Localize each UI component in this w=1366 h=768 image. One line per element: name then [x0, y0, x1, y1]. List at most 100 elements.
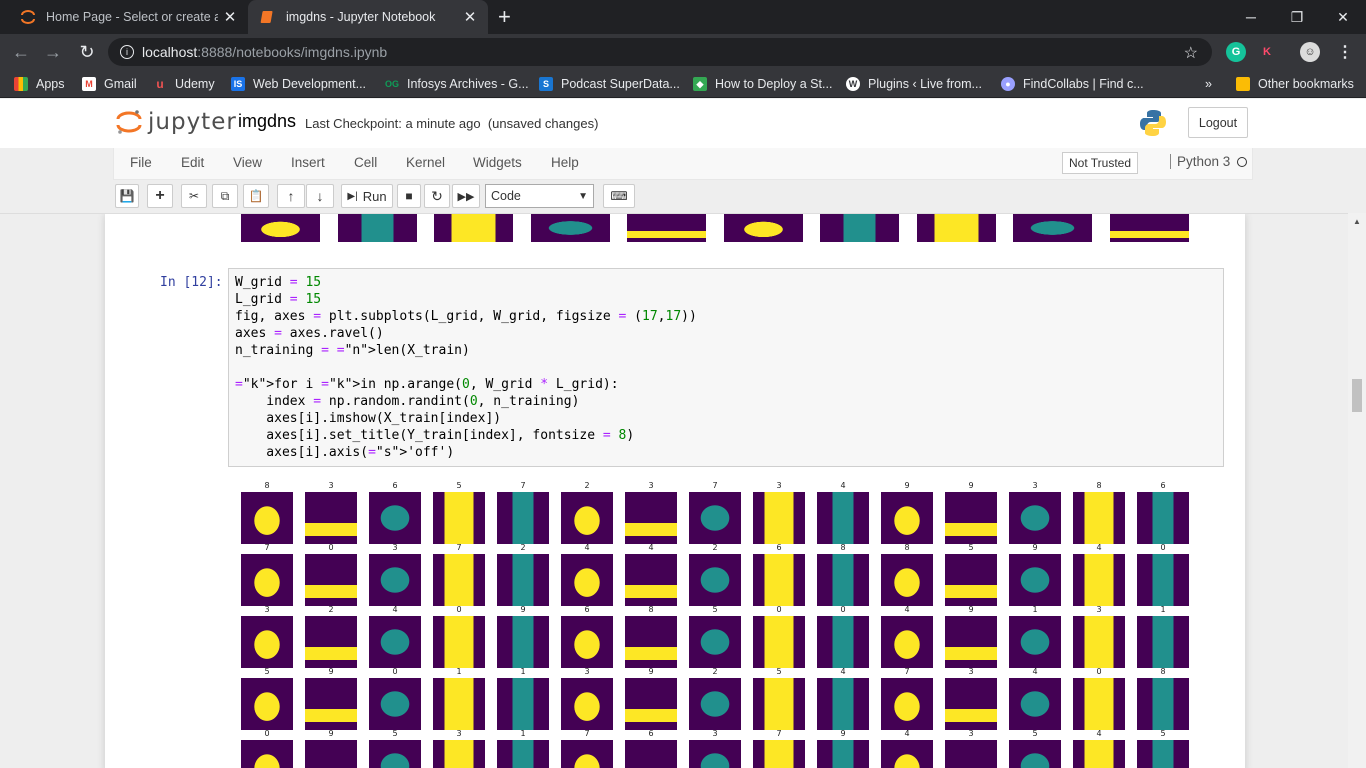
image-title-label: 3	[1096, 605, 1102, 614]
fashion-image	[753, 554, 805, 606]
notebook-scroll-area[interactable]: In [12]: W_grid = 15 L_grid = 15 fig, axes…	[0, 213, 1348, 768]
move-down-icon[interactable]: ↓	[306, 184, 334, 208]
menu-cell[interactable]: Cell	[354, 155, 377, 170]
grammarly-icon[interactable]: G	[1226, 42, 1246, 62]
new-tab-icon[interactable]: +	[498, 4, 511, 30]
extension-k-icon[interactable]: K	[1257, 42, 1277, 62]
fashion-image	[241, 616, 293, 668]
bookmark-star-icon[interactable]: ☆	[1184, 43, 1198, 63]
image-title-label: 7	[776, 729, 782, 738]
bookmark-label: Infosys Archives - G...	[407, 77, 529, 91]
bookmark-infosys[interactable]: OG Infosys Archives - G...	[385, 76, 529, 92]
reload-icon[interactable]: ↻	[74, 39, 100, 65]
image-title-label: 1	[520, 729, 526, 738]
bookmark-udemy[interactable]: u Udemy	[153, 76, 214, 92]
cut-icon[interactable]: ✂	[181, 184, 207, 208]
fashion-image	[625, 554, 677, 606]
jupyter-favicon-icon	[21, 10, 35, 24]
fashion-image	[1073, 740, 1125, 768]
cell-type-select[interactable]: Code ▼	[485, 184, 594, 208]
menu-dots-icon[interactable]: ⋮	[1335, 42, 1355, 62]
menu-insert[interactable]: Insert	[291, 155, 325, 170]
bookmark-podcast[interactable]: S Podcast SuperData...	[539, 76, 680, 92]
maximize-icon[interactable]: ❐	[1274, 0, 1320, 34]
fast-forward-icon[interactable]: ▶▶	[452, 184, 480, 208]
bookmark-plugins[interactable]: W Plugins ‹ Live from...	[846, 76, 982, 92]
image-title-label: 8	[904, 543, 910, 552]
cell-type-value: Code	[491, 189, 521, 203]
url-bar[interactable]: i localhost:8888/notebooks/imgdns.ipynb …	[108, 38, 1212, 66]
more-bookmarks-chevron-icon[interactable]: »	[1205, 76, 1212, 92]
menu-edit[interactable]: Edit	[181, 155, 204, 170]
notebook-name[interactable]: imgdns	[238, 111, 296, 132]
jupyter-logo-text: jupyter	[148, 109, 237, 135]
code-line: ="k">for i ="k">in np.arange(0, W_grid *…	[235, 377, 619, 392]
bookmark-label: Web Development...	[253, 77, 367, 91]
fashion-image	[497, 554, 549, 606]
menu-kernel[interactable]: Kernel	[406, 155, 445, 170]
close-icon[interactable]: ✕	[218, 8, 242, 26]
image-title-label: 0	[1096, 667, 1102, 676]
fashion-image	[881, 678, 933, 730]
move-up-icon[interactable]: ↑	[277, 184, 305, 208]
fashion-image	[1137, 740, 1189, 768]
fashion-image	[1137, 554, 1189, 606]
not-trusted-button[interactable]: Not Trusted	[1062, 152, 1139, 174]
url-path: :8888/notebooks/imgdns.ipynb	[197, 44, 388, 60]
tab-imgdns[interactable]: imgdns - Jupyter Notebook ✕	[248, 0, 488, 34]
restart-icon[interactable]: ↻	[424, 184, 450, 208]
tab-home-page[interactable]: Home Page - Select or create a n ✕	[8, 0, 248, 34]
jupyter-logo[interactable]: jupyter	[116, 108, 237, 136]
notebook-container: In [12]: W_grid = 15 L_grid = 15 fig, axes…	[105, 214, 1245, 768]
menu-file[interactable]: File	[130, 155, 152, 170]
image-title-label: 4	[392, 605, 398, 614]
image-title-label: 3	[328, 481, 334, 490]
minimize-icon[interactable]: ─	[1228, 0, 1274, 34]
keyboard-icon[interactable]: ⌨	[603, 184, 635, 208]
image-title-label: 9	[968, 605, 974, 614]
scroll-up-icon[interactable]: ▲	[1353, 217, 1361, 226]
fashion-image	[945, 616, 997, 668]
forward-icon[interactable]: →	[40, 39, 66, 65]
fashion-image	[305, 678, 357, 730]
fashion-image	[305, 492, 357, 544]
close-icon[interactable]: ✕	[458, 8, 482, 26]
image-title-label: 6	[392, 481, 398, 490]
image-title-label: 3	[584, 667, 590, 676]
fashion-image	[1073, 678, 1125, 730]
bookmark-apps[interactable]: Apps	[14, 76, 65, 92]
fashion-image	[881, 740, 933, 768]
bookmark-label: FindCollabs | Find c...	[1023, 77, 1144, 91]
paste-icon[interactable]: 📋	[243, 184, 269, 208]
scrollbar[interactable]: ▲	[1348, 213, 1366, 768]
bookmark-findcollabs[interactable]: ● FindCollabs | Find c...	[1001, 76, 1144, 92]
bookmark-other[interactable]: Other bookmarks	[1236, 76, 1354, 92]
fashion-image	[1073, 492, 1125, 544]
bookmark-gmail[interactable]: M Gmail	[82, 76, 137, 92]
profile-avatar[interactable]: ☺	[1300, 42, 1320, 62]
image-title-label: 9	[328, 729, 334, 738]
menu-help[interactable]: Help	[551, 155, 579, 170]
menu-widgets[interactable]: Widgets	[473, 155, 522, 170]
logout-button[interactable]: Logout	[1188, 107, 1248, 138]
menu-view[interactable]: View	[233, 155, 262, 170]
code-cell-input[interactable]: W_grid = 15 L_grid = 15 fig, axes = plt.su…	[228, 268, 1224, 467]
window-close-icon[interactable]: ✕	[1320, 0, 1366, 34]
fashion-image	[561, 740, 613, 768]
info-icon[interactable]: i	[120, 45, 134, 59]
save-icon[interactable]: 💾	[115, 184, 139, 208]
image-title-label: 7	[264, 543, 270, 552]
back-icon[interactable]: ←	[8, 39, 34, 65]
insert-cell-icon[interactable]: +	[147, 184, 173, 208]
fashion-image	[433, 616, 485, 668]
stop-icon[interactable]: ■	[397, 184, 421, 208]
code-line: L_grid = 15	[235, 292, 322, 307]
scrollbar-thumb[interactable]	[1352, 379, 1362, 412]
bookmark-web-development[interactable]: IS Web Development...	[231, 76, 366, 92]
fashion-image	[1073, 554, 1125, 606]
run-button[interactable]: ▶| Run	[341, 184, 393, 208]
fashion-image	[689, 740, 741, 768]
image-title-label: 5	[392, 729, 398, 738]
copy-icon[interactable]: ⧉	[212, 184, 238, 208]
bookmark-how-to-deploy[interactable]: ◆ How to Deploy a St...	[693, 76, 832, 92]
